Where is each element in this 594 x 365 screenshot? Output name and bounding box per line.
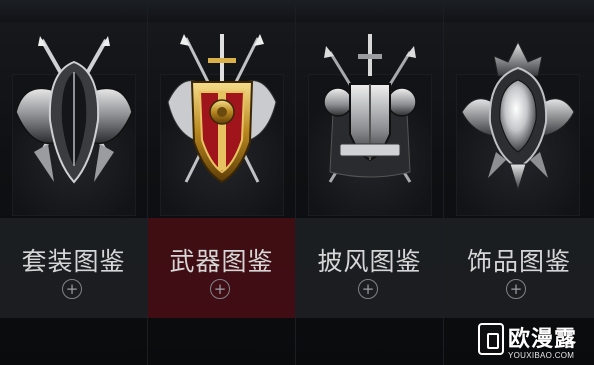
gallery-page: 套装图鉴 + 武器图鉴 + 披风图鉴 + 饰品图鉴 + 欧漫露 YOUXIBAO… <box>0 0 594 365</box>
expand-plus-button[interactable]: + <box>62 279 82 299</box>
armor-set-emblem-icon <box>15 36 133 184</box>
card-title: 武器图鉴 <box>169 247 274 276</box>
expand-plus-button[interactable]: + <box>506 279 526 299</box>
watermark-url: YOUXIBAO.COM <box>508 351 575 360</box>
expand-plus-button[interactable]: + <box>210 279 230 299</box>
site-watermark: 欧漫露 YOUXIBAO.COM <box>478 321 588 363</box>
cape-shield-emblem-icon <box>323 34 417 183</box>
phone-logo-icon <box>478 323 504 355</box>
category-card-weapon[interactable]: 武器图鉴 + <box>148 0 296 365</box>
category-card-accessory[interactable]: 饰品图鉴 + <box>444 0 594 365</box>
watermark-brand: 欧漫露 <box>508 327 578 352</box>
card-title: 套装图鉴 <box>21 247 126 276</box>
card-title: 饰品图鉴 <box>466 247 571 276</box>
card-title: 披风图鉴 <box>317 247 422 276</box>
weapon-shield-emblem-icon <box>167 34 277 184</box>
accessory-gem-emblem-icon <box>461 40 575 192</box>
category-card-set[interactable]: 套装图鉴 + <box>0 0 148 365</box>
category-card-cape[interactable]: 披风图鉴 + <box>296 0 444 365</box>
expand-plus-button[interactable]: + <box>358 279 378 299</box>
